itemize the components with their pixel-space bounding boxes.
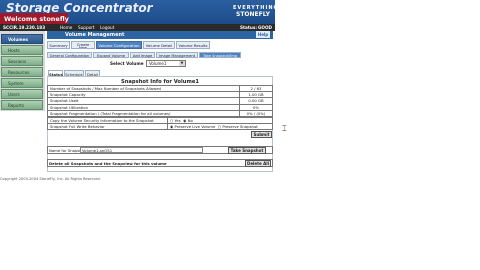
tab-volume-configuration[interactable]: Volume Configuration (96, 41, 142, 49)
home-link[interactable]: Home (60, 25, 72, 30)
info-bar: SCCIR.19.230.183 Home Support Logout Sta… (0, 24, 275, 31)
radio-yes-label: Yes (174, 118, 181, 124)
radio-preserve-live[interactable]: ◉ (170, 124, 173, 129)
subtab-add-image[interactable]: Add Image (130, 52, 155, 58)
support-link[interactable]: Support (78, 25, 95, 30)
sidebar-item-hosts[interactable]: Hosts (1, 45, 43, 55)
tab-volume-results[interactable]: Volume Results (176, 41, 210, 49)
radio-yes[interactable]: ○ (170, 118, 173, 123)
mouse-cursor-icon: ⌶ (282, 124, 287, 133)
subtab-image-management[interactable]: Image Management (156, 52, 198, 58)
delete-all-button[interactable]: Delete All (245, 159, 271, 167)
section-title: Volume Management (65, 32, 125, 38)
subtab-take-snapshot[interactable]: Take Snapshot/Img (199, 52, 241, 58)
snapshot-info-table: Number of Snapshots / Max Number of Snap… (47, 84, 273, 117)
snapshot-name-input[interactable]: Volume1-snOS1 (80, 147, 203, 153)
sidebar-item-system[interactable]: System (1, 78, 43, 88)
chevron-down-icon[interactable]: ▼ (179, 61, 185, 66)
row-label: Snapshot Fragmentation / (Total Fragment… (47, 109, 240, 117)
tab-create-new-volume[interactable]: Create New Volume (71, 41, 95, 49)
copyright: Copyright 2003-2004 StoneFly, Inc. All R… (0, 177, 101, 181)
sidebar-item-resources[interactable]: Resources (1, 67, 43, 77)
help-button[interactable]: Help (256, 31, 270, 38)
sidebar-item-volumes[interactable]: Volumes (1, 34, 43, 44)
row-value: 0% / (0%) (239, 109, 273, 117)
volume-select-value: Volume1 (149, 61, 167, 66)
sidebar-item-reports[interactable]: Reports (1, 100, 43, 110)
status-label: Status: (240, 25, 257, 30)
copy-security-label: Copy the Volume Security Information to … (47, 116, 168, 125)
delete-all-label: Delete all Snapshots and the Snapview fo… (49, 160, 167, 166)
write-behavior-label: Snapshot Full Write Behavior (47, 123, 168, 131)
write-behavior-options: ◉ Preserve Live Volume ○ Preserve Snapsh… (167, 123, 273, 131)
subtab-expand-volume[interactable]: Expand Volume (93, 52, 129, 58)
sidebar-item-sessions[interactable]: Sessions (1, 56, 43, 66)
sidebar-item-users[interactable]: Users (1, 89, 43, 99)
select-volume-label: Select Volume (110, 61, 144, 66)
submit-button[interactable]: Submit (251, 131, 272, 138)
radio-preserve-snapshot-label: Preserve Snapshot (222, 124, 258, 130)
radio-no[interactable]: ◉ (183, 118, 186, 123)
sidebar: Volumes Hosts Sessions Resources System … (0, 31, 45, 111)
table-row: Snapshot Fragmentation / (Total Fragment… (47, 109, 273, 117)
volume-management-bar: Volume Management Help (47, 31, 273, 39)
table-row: Snapshot Full Write Behavior ◉ Preserve … (47, 123, 273, 131)
volume-select[interactable]: Volume1 ▼ (146, 60, 186, 67)
stonefly-logo: EVERYTHING STONEFLY (233, 4, 278, 22)
ip-address: SCCIR.19.230.183 (3, 25, 46, 30)
logout-link[interactable]: Logout (100, 25, 114, 30)
logo-name: STONEFLY (236, 11, 270, 18)
subtab-general-configuration[interactable]: General Configuration (47, 52, 92, 58)
radio-preserve-snapshot[interactable]: ○ (218, 124, 221, 129)
tab-summary[interactable]: Summary (47, 41, 70, 49)
radio-no-label: No (187, 118, 193, 124)
welcome-banner: Welcome stonefly (0, 13, 69, 24)
copy-settings-table: Copy the Volume Security Information to … (47, 116, 273, 131)
radio-preserve-live-label: Preserve Live Volume (174, 124, 216, 130)
tab-volume-detail[interactable]: Volume Detail (143, 41, 175, 49)
status-value: GOOD (258, 25, 273, 30)
take-snapshot-button[interactable]: Take Snapshot (228, 146, 266, 154)
